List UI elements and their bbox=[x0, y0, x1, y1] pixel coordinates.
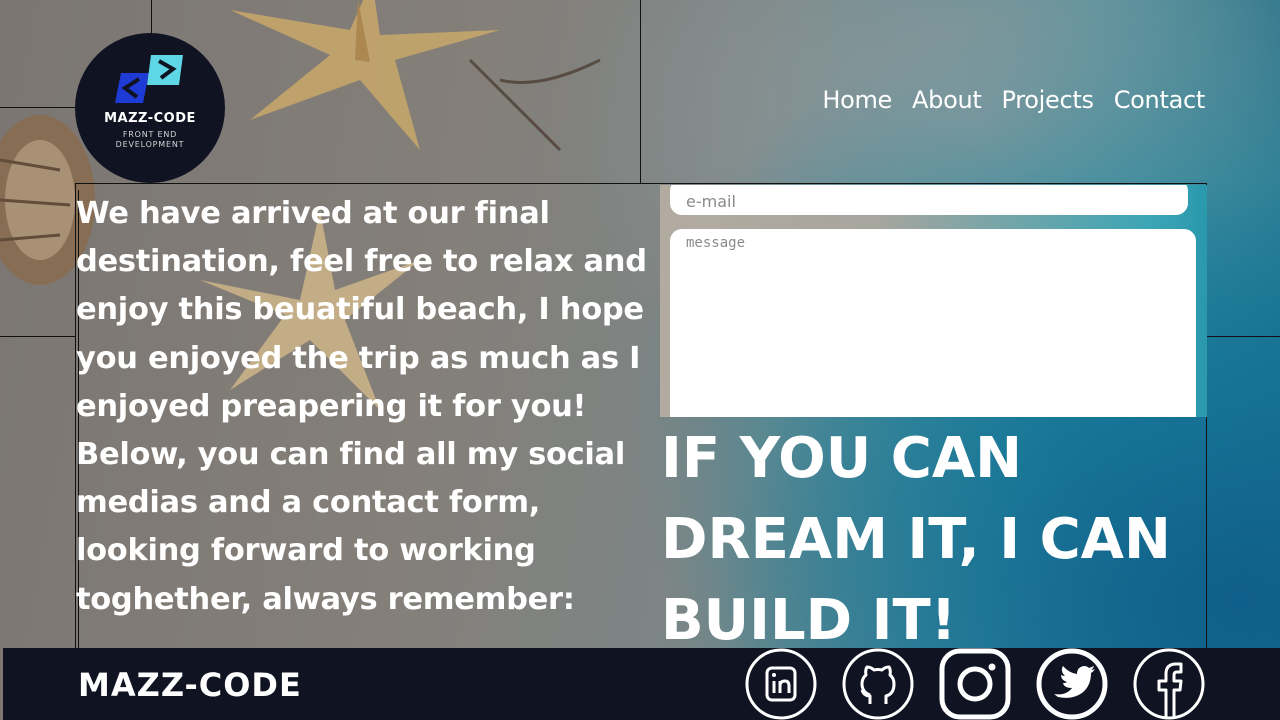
logo-title: MAZZ-CODE bbox=[104, 111, 196, 126]
slogan-heading: IF YOU CAN DREAM IT, I CAN BUILD IT! bbox=[661, 426, 1171, 653]
footer: MAZZ-CODE bbox=[3, 648, 1280, 720]
nav-contact-link[interactable]: Contact bbox=[1114, 86, 1206, 114]
footer-brand: MAZZ-CODE bbox=[78, 666, 302, 704]
facebook-link[interactable] bbox=[1133, 648, 1205, 720]
twitter-link[interactable] bbox=[1036, 648, 1108, 720]
linkedin-icon bbox=[745, 648, 817, 720]
nav-home-link[interactable]: Home bbox=[822, 86, 892, 114]
brand-logo[interactable]: MAZZ-CODE FRONT END DEVELOPMENT bbox=[75, 33, 225, 183]
code-brackets-icon bbox=[115, 55, 183, 103]
github-link[interactable] bbox=[842, 648, 914, 720]
message-field[interactable] bbox=[670, 229, 1196, 417]
email-field[interactable] bbox=[670, 185, 1188, 215]
github-icon bbox=[842, 648, 914, 720]
contact-form bbox=[660, 185, 1207, 417]
facebook-icon bbox=[1133, 648, 1205, 720]
instagram-icon bbox=[939, 648, 1011, 720]
twitter-icon bbox=[1036, 648, 1108, 720]
linkedin-link[interactable] bbox=[745, 648, 817, 720]
logo-subtitle: FRONT END DEVELOPMENT bbox=[115, 130, 185, 149]
instagram-link[interactable] bbox=[939, 648, 1011, 720]
intro-paragraph: We have arrived at our final destination… bbox=[76, 196, 647, 617]
nav-projects-link[interactable]: Projects bbox=[1002, 86, 1095, 114]
social-links bbox=[745, 648, 1205, 720]
nav-about-link[interactable]: About bbox=[912, 86, 982, 114]
main-nav: Home About Projects Contact bbox=[822, 86, 1205, 114]
